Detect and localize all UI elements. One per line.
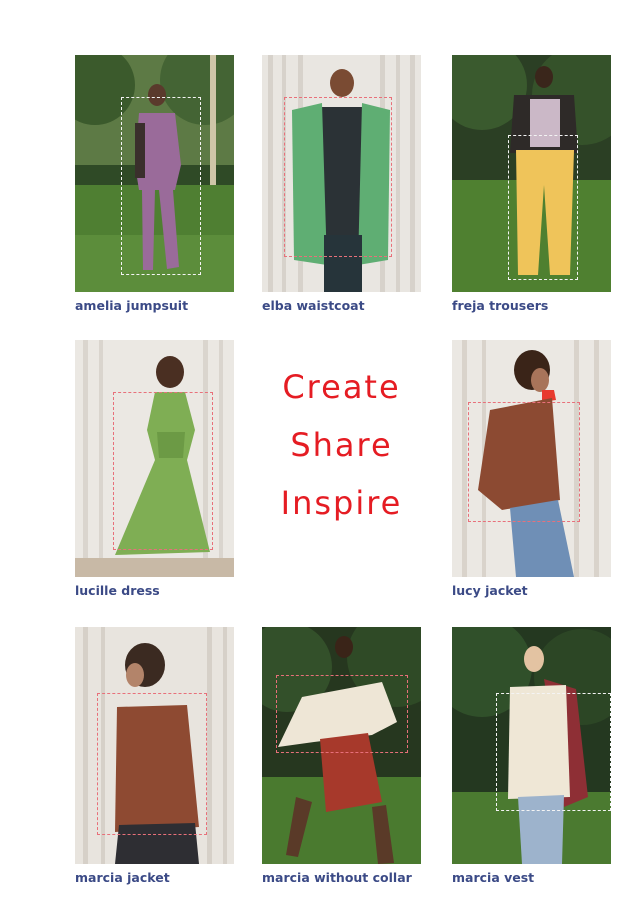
dashed-outline: [97, 693, 207, 835]
product-label[interactable]: marcia without collar: [262, 870, 412, 885]
dashed-outline: [496, 693, 611, 811]
dashed-outline: [508, 135, 578, 280]
product-label[interactable]: freja trousers: [452, 298, 548, 313]
product-card-amelia-jumpsuit[interactable]: amelia jumpsuit: [75, 55, 234, 313]
product-label[interactable]: elba waistcoat: [262, 298, 365, 313]
product-label[interactable]: marcia vest: [452, 870, 534, 885]
product-photo[interactable]: [262, 627, 421, 864]
dashed-outline: [121, 97, 201, 275]
product-label[interactable]: lucy jacket: [452, 583, 528, 598]
product-label[interactable]: marcia jacket: [75, 870, 170, 885]
product-label[interactable]: amelia jumpsuit: [75, 298, 188, 313]
product-card-marcia-vest[interactable]: marcia vest: [452, 627, 611, 885]
product-card-marcia-jacket[interactable]: marcia jacket: [75, 627, 234, 885]
product-card-lucy-jacket[interactable]: lucy jacket: [452, 340, 611, 598]
product-photo[interactable]: [75, 340, 234, 577]
tagline-share: Share: [290, 426, 393, 464]
tagline-create: Create: [282, 368, 401, 406]
product-card-freja-trousers[interactable]: freja trousers: [452, 55, 611, 313]
dashed-outline: [468, 402, 580, 522]
dashed-outline: [276, 675, 408, 753]
product-label[interactable]: lucille dress: [75, 583, 160, 598]
product-photo[interactable]: [452, 340, 611, 577]
product-card-elba-waistcoat[interactable]: elba waistcoat: [262, 55, 421, 313]
tagline-inspire: Inspire: [280, 484, 403, 522]
tagline: Create Share Inspire: [262, 358, 421, 532]
product-photo[interactable]: [452, 627, 611, 864]
dashed-outline: [113, 392, 213, 550]
product-photo[interactable]: [75, 627, 234, 864]
product-card-marcia-without-collar[interactable]: marcia without collar: [262, 627, 421, 885]
dashed-outline: [284, 97, 392, 257]
product-card-lucille-dress[interactable]: lucille dress: [75, 340, 234, 598]
product-photo[interactable]: [75, 55, 234, 292]
product-photo[interactable]: [262, 55, 421, 292]
product-photo[interactable]: [452, 55, 611, 292]
